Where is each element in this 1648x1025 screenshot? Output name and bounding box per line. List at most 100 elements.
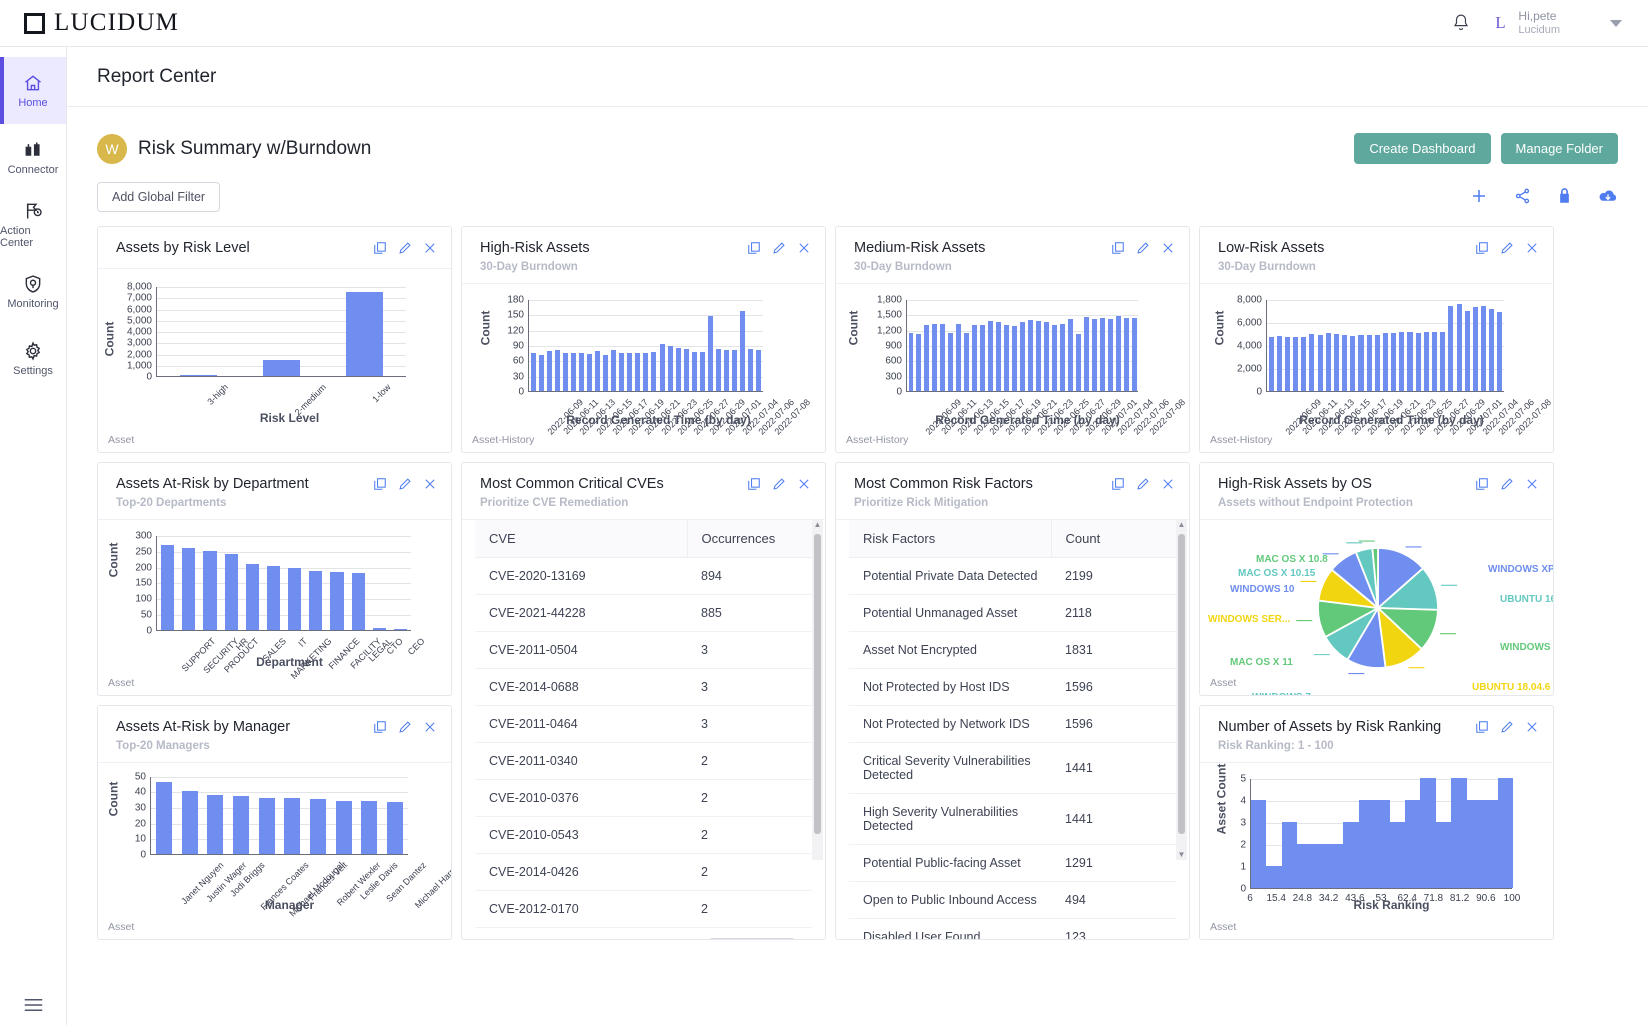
bar[interactable]	[586, 353, 592, 391]
pencil-icon[interactable]	[1500, 720, 1514, 737]
bar[interactable]	[232, 796, 249, 854]
bar[interactable]	[245, 564, 259, 630]
bar[interactable]	[387, 802, 404, 854]
bar[interactable]	[908, 332, 914, 391]
bar[interactable]	[1466, 799, 1483, 888]
bar[interactable]	[1099, 318, 1105, 391]
bar[interactable]	[1472, 306, 1478, 391]
bar[interactable]	[1276, 335, 1282, 391]
scroll-down-icon[interactable]: ▼	[1178, 850, 1186, 859]
bar[interactable]	[161, 545, 175, 630]
table-row[interactable]: CVE-2020-13169 894	[475, 557, 812, 595]
copy-icon[interactable]	[1475, 477, 1489, 494]
bar[interactable]	[181, 791, 198, 854]
bar[interactable]	[1435, 821, 1452, 888]
bar[interactable]	[1407, 332, 1413, 391]
pencil-icon[interactable]	[772, 241, 786, 258]
close-icon[interactable]	[1525, 477, 1539, 494]
bar[interactable]	[1431, 331, 1438, 391]
bar[interactable]	[578, 352, 584, 391]
sidebar-item-monitoring[interactable]: Monitoring	[0, 258, 66, 325]
sidebar-item-action-center[interactable]: Action Center	[0, 191, 66, 258]
bar[interactable]	[262, 359, 301, 376]
close-icon[interactable]	[797, 241, 811, 258]
bar[interactable]	[546, 350, 552, 391]
bar[interactable]	[1004, 325, 1010, 391]
bar[interactable]	[940, 324, 946, 391]
bar[interactable]	[980, 324, 986, 391]
bar[interactable]	[683, 349, 689, 391]
page-size-select[interactable]: 10 / page ▼	[709, 937, 796, 939]
bar[interactable]	[1115, 315, 1121, 391]
bell-icon[interactable]	[1452, 13, 1470, 33]
add-global-filter-button[interactable]: Add Global Filter	[97, 182, 221, 212]
copy-icon[interactable]	[1475, 241, 1489, 258]
bar[interactable]	[1301, 337, 1307, 391]
bar[interactable]	[1358, 799, 1375, 888]
pencil-icon[interactable]	[1136, 477, 1150, 494]
cloud-download-icon[interactable]	[1598, 188, 1618, 207]
bar[interactable]	[1266, 865, 1282, 888]
chevron-down-icon[interactable]	[1610, 19, 1622, 27]
bar[interactable]	[1012, 325, 1018, 391]
table-row[interactable]: CVE-2010-0543 2	[475, 816, 812, 854]
bar[interactable]	[1423, 331, 1429, 391]
bar[interactable]	[1358, 335, 1364, 391]
close-icon[interactable]	[1161, 477, 1175, 494]
column-header-occurrences[interactable]: Occurrences	[686, 519, 812, 558]
close-icon[interactable]	[423, 477, 437, 494]
bar[interactable]	[345, 292, 384, 376]
bar[interactable]	[1391, 332, 1397, 391]
bar[interactable]	[288, 568, 302, 630]
pencil-icon[interactable]	[772, 477, 786, 494]
bar[interactable]	[611, 350, 617, 391]
scroll-up-icon[interactable]: ▲	[814, 520, 822, 529]
bar[interactable]	[748, 349, 754, 391]
bar[interactable]	[932, 324, 938, 391]
close-icon[interactable]	[1525, 241, 1539, 258]
bar[interactable]	[1293, 337, 1299, 391]
bar[interactable]	[964, 332, 970, 391]
bar[interactable]	[1374, 799, 1390, 888]
bar[interactable]	[1059, 323, 1065, 391]
bar[interactable]	[530, 352, 536, 391]
table-row[interactable]: Potential Public-facing Asset 1291	[849, 844, 1176, 882]
bar[interactable]	[538, 354, 544, 391]
bar[interactable]	[361, 800, 378, 854]
bar[interactable]	[1405, 799, 1421, 888]
copy-icon[interactable]	[373, 720, 387, 737]
bar[interactable]	[1051, 324, 1057, 391]
user-menu[interactable]: L Hi,pete Lucidum	[1492, 9, 1622, 38]
bar[interactable]	[603, 354, 609, 391]
bar[interactable]	[1366, 335, 1372, 391]
bar[interactable]	[996, 322, 1002, 391]
bar[interactable]	[1268, 336, 1274, 391]
bar[interactable]	[335, 800, 352, 854]
bar[interactable]	[224, 554, 238, 630]
bar[interactable]	[651, 352, 657, 391]
bar[interactable]	[916, 333, 922, 391]
bar[interactable]	[627, 353, 633, 391]
bar[interactable]	[1497, 311, 1503, 391]
lock-icon[interactable]	[1557, 187, 1572, 208]
bar[interactable]	[972, 324, 978, 391]
bar[interactable]	[667, 346, 673, 391]
bar[interactable]	[1123, 317, 1129, 391]
bar[interactable]	[1333, 334, 1339, 391]
bar[interactable]	[1482, 799, 1498, 888]
table-row[interactable]: High Severity Vulnerabilities Detected 14…	[849, 793, 1176, 845]
pencil-icon[interactable]	[398, 477, 412, 494]
pencil-icon[interactable]	[1500, 477, 1514, 494]
bar[interactable]	[1451, 777, 1467, 888]
scroll-thumb[interactable]	[1178, 533, 1185, 834]
close-icon[interactable]	[797, 477, 811, 494]
table-row[interactable]: Open to Public Inbound Access 494	[849, 881, 1176, 919]
bar[interactable]	[1067, 319, 1073, 391]
bar[interactable]	[1091, 319, 1097, 391]
table-row[interactable]: Not Protected by Host IDS 1596	[849, 668, 1176, 706]
bar[interactable]	[266, 566, 281, 630]
sidebar-item-settings[interactable]: Settings	[0, 325, 66, 392]
bar[interactable]	[1464, 310, 1470, 391]
bar[interactable]	[554, 350, 560, 391]
bar[interactable]	[619, 353, 625, 391]
